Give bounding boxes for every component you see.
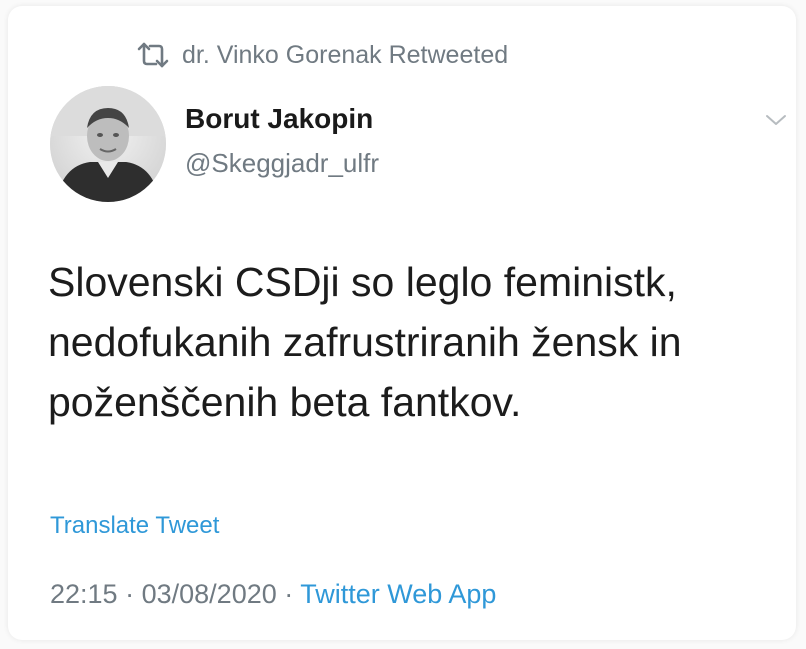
tweet-source-link[interactable]: Twitter Web App (300, 579, 496, 609)
author-name[interactable]: Borut Jakopin (185, 103, 373, 135)
tweet-line: nedofukanih zafrustriranih žensk in (48, 319, 682, 365)
avatar[interactable] (50, 86, 166, 202)
tweet-line: Slovenski CSDji so leglo feministk, (48, 259, 677, 305)
meta-separator: · (284, 579, 294, 609)
meta-separator: · (125, 579, 135, 609)
translate-tweet-link[interactable]: Translate Tweet (50, 512, 219, 540)
tweet-line: poženščenih beta fantkov. (48, 379, 522, 425)
avatar-photo (50, 86, 166, 202)
tweet-text: Slovenski CSDji so leglo feministk, nedo… (48, 252, 788, 432)
author-handle[interactable]: @Skeggjadr_ulfr (185, 148, 379, 179)
retweet-indicator[interactable]: dr. Vinko Gorenak Retweeted (136, 40, 508, 70)
retweet-icon (137, 42, 169, 68)
chevron-down-icon[interactable] (765, 112, 787, 128)
tweet-meta: 22:15 · 03/08/2020 · Twitter Web App (50, 579, 496, 610)
tweet-date[interactable]: 03/08/2020 (142, 579, 277, 609)
retweet-label: dr. Vinko Gorenak Retweeted (182, 40, 509, 69)
tweet-time[interactable]: 22:15 (50, 579, 118, 609)
tweet-card[interactable]: dr. Vinko Gorenak Retweeted Borut Jakopi… (8, 6, 796, 640)
